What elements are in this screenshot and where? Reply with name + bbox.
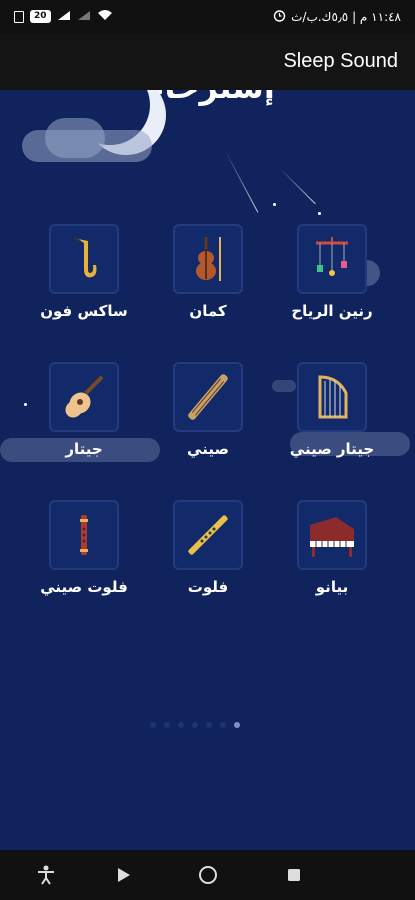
page-dot-active[interactable] [234,722,240,728]
signal-2-icon [77,10,91,24]
status-icons: 20 [14,9,113,24]
sound-item-label: صيني [187,440,229,458]
page-dot[interactable] [150,722,156,728]
battery-icon: 20 [30,10,51,23]
shooting-star-icon [279,168,316,205]
status-time: ١١:٤٨ م | ٥٫٥ك.ب/ث [291,10,401,24]
guitar-icon [49,362,119,432]
page-dot[interactable] [206,722,212,728]
sound-item-chinese-flute[interactable]: فلوت صيني [24,500,144,596]
app-bar: Sleep Sound [0,34,415,90]
cloud-icon [45,118,105,158]
page-dot[interactable] [178,722,184,728]
system-nav-bar [0,850,415,900]
chinese-zither-icon [173,362,243,432]
sound-item-label: ساكس فون [40,302,128,320]
sound-item-saxophone[interactable]: ساكس فون [24,224,144,320]
star-icon [318,212,321,215]
sound-item-label: جيتار صيني [289,440,375,458]
sound-item-flute[interactable]: فلوت [148,500,268,596]
status-bar: 20 ١١:٤٨ م | ٥٫٥ك.ب/ث [0,0,415,34]
sound-item-violin[interactable]: كمان [148,224,268,320]
shooting-star-icon [224,150,259,213]
saxophone-icon [49,224,119,294]
accessibility-icon[interactable] [34,863,58,887]
status-right: ١١:٤٨ م | ٥٫٥ك.ب/ث [273,9,401,25]
sound-item-label: فلوت [187,578,229,596]
home-button[interactable] [196,863,220,887]
star-icon [273,203,276,206]
play-icon[interactable] [112,863,136,887]
sound-grid-screen: إسترخاء رنين الرياح كمان ساكس فون جيتار … [0,90,415,850]
flute-icon [173,500,243,570]
sound-item-harp[interactable]: جيتار صيني [272,362,392,458]
chinese-flute-icon [49,500,119,570]
app-title: Sleep Sound [283,50,398,72]
sound-item-wind-chime[interactable]: رنين الرياح [272,224,392,320]
harp-icon [297,362,367,432]
sound-item-piano[interactable]: بيانو [272,500,392,596]
sound-item-label: كمان [189,302,227,320]
sound-item-label: رنين الرياح [291,302,373,320]
piano-icon [297,500,367,570]
alarm-icon [273,9,286,25]
wind-chime-icon [297,224,367,294]
signal-icon [57,10,71,24]
page-dot[interactable] [164,722,170,728]
recents-button[interactable] [282,863,306,887]
sim-icon [14,10,24,23]
sound-item-label: بيانو [315,578,349,596]
welcome-heading: إسترخاء [148,90,275,106]
sound-item-chinese[interactable]: صيني [148,362,268,458]
sound-item-label: جيتار [65,440,103,458]
violin-icon [173,224,243,294]
sound-item-label: فلوت صيني [40,578,128,596]
sound-item-guitar[interactable]: جيتار [24,362,144,458]
page-dot[interactable] [192,722,198,728]
page-dot[interactable] [220,722,226,728]
page-indicator [150,722,240,728]
wifi-icon [97,9,113,24]
